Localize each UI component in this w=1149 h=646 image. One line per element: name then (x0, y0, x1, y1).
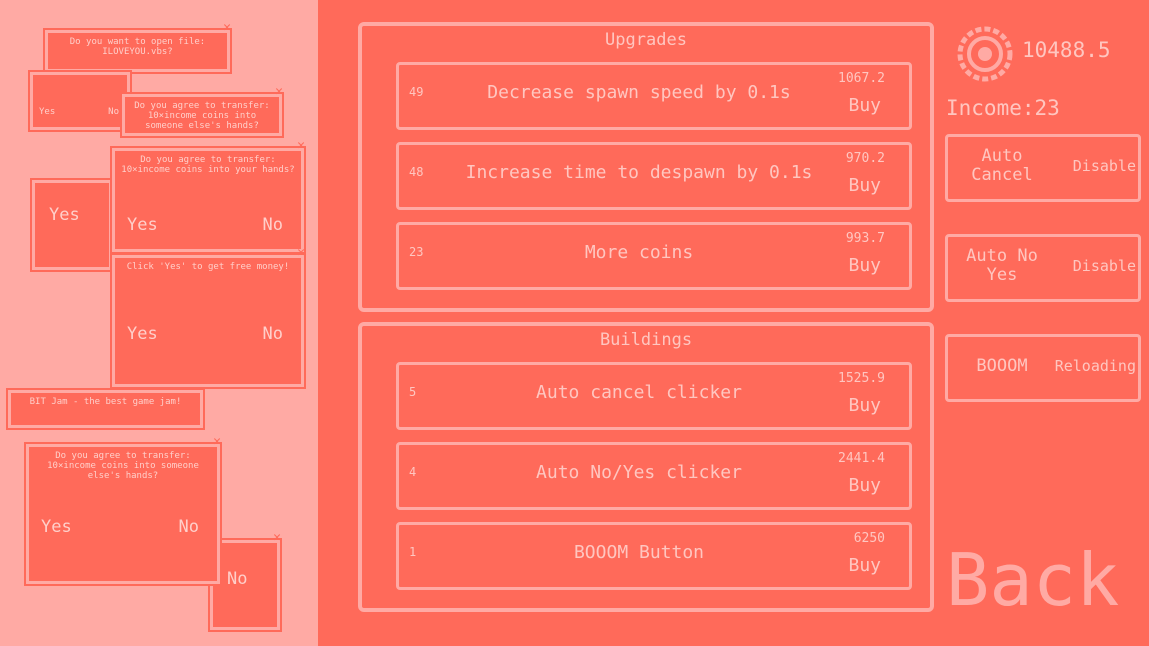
toggle-action[interactable]: Disable (1073, 157, 1136, 175)
buy-button[interactable]: Buy (848, 175, 881, 196)
upgrade-name: Decrease spawn speed by 0.1s (487, 82, 791, 103)
close-icon[interactable]: ✕ (297, 138, 305, 153)
upgrade-count: 23 (409, 245, 424, 259)
popup-window[interactable]: Do you agree to transfer: 10×income coin… (110, 138, 306, 254)
upgrade-row[interactable]: 49 Decrease spawn speed by 0.1s 1067.2 B… (396, 62, 912, 130)
back-button[interactable]: Back (946, 540, 1119, 620)
buy-button[interactable]: Buy (848, 555, 881, 576)
upgrade-row[interactable]: 48 Increase time to despawn by 0.1s 970.… (396, 142, 912, 210)
toggle-label: Auto Cancel (971, 146, 1033, 185)
building-name: BOOOM Button (573, 542, 705, 563)
upgrade-name: More coins (584, 242, 694, 263)
popup-message: Do you want to open file: ILOVEYOU.vbs? (69, 37, 206, 57)
toggle-action[interactable]: Disable (1073, 257, 1136, 275)
building-row[interactable]: 1 BOOOM Button 6250 Buy (396, 522, 912, 590)
popup-window[interactable]: Do you agree to transfer: 10×income coin… (120, 84, 284, 138)
booom-button[interactable]: BOOOM Reloading (945, 334, 1141, 402)
coin-balance: 10488.5 (1022, 38, 1111, 62)
building-count: 1 (409, 545, 417, 559)
yes-button[interactable]: Yes (127, 215, 158, 235)
popup-window[interactable]: Do you agree to transfer: 10×income coin… (24, 434, 222, 586)
close-icon[interactable]: ✕ (297, 245, 305, 260)
no-button[interactable]: No (108, 107, 119, 117)
building-name: Auto No/Yes clicker (536, 462, 742, 483)
buy-button[interactable]: Buy (848, 395, 881, 416)
popup-message: Do you agree to transfer: 10×income coin… (121, 155, 295, 175)
popup-area: Do you want to open file: ILOVEYOU.vbs? … (0, 0, 318, 646)
upgrade-count: 49 (409, 85, 424, 99)
no-button[interactable]: No (263, 215, 283, 235)
building-row[interactable]: 5 Auto cancel clicker 1525.9 Buy (396, 362, 912, 430)
building-price: 6250 (853, 531, 885, 546)
popup-window[interactable]: No ✕ (208, 530, 282, 632)
coin-icon (955, 26, 1015, 82)
upgrades-panel: Upgrades 49 Decrease spawn speed by 0.1s… (358, 22, 934, 312)
buildings-title: Buildings (599, 330, 693, 350)
no-button[interactable]: No (227, 569, 247, 589)
toggle-label: Auto No Yes (966, 246, 1038, 285)
upgrades-title: Upgrades (605, 30, 687, 50)
building-name: Auto cancel clicker (536, 382, 742, 403)
yes-button[interactable]: Yes (39, 107, 55, 117)
auto-cancel-toggle[interactable]: Auto Cancel Disable (945, 134, 1141, 202)
no-button[interactable]: No (263, 324, 283, 344)
close-icon[interactable]: ✕ (275, 84, 283, 99)
popup-window[interactable]: BIT Jam - the best game jam! (6, 388, 205, 430)
close-icon[interactable]: ✕ (273, 530, 281, 545)
toggle-label: BOOOM (976, 356, 1028, 376)
popup-window[interactable]: Do you want to open file: ILOVEYOU.vbs? … (43, 20, 232, 74)
toggle-status: Reloading (1054, 357, 1136, 375)
buildings-panel: Buildings 5 Auto cancel clicker 1525.9 B… (358, 322, 934, 612)
popup-message: Click 'Yes' to get free money! (126, 262, 290, 272)
popup-message: BIT Jam - the best game jam! (29, 397, 182, 407)
upgrade-price: 970.2 (845, 151, 885, 166)
popup-window[interactable]: Yes No (28, 70, 132, 132)
buy-button[interactable]: Buy (848, 255, 881, 276)
auto-no-yes-toggle[interactable]: Auto No Yes Disable (945, 234, 1141, 302)
building-price: 2441.4 (838, 451, 885, 466)
building-count: 5 (409, 385, 417, 399)
building-count: 4 (409, 465, 417, 479)
building-row[interactable]: 4 Auto No/Yes clicker 2441.4 Buy (396, 442, 912, 510)
upgrade-row[interactable]: 23 More coins 993.7 Buy (396, 222, 912, 290)
upgrade-price: 993.7 (845, 231, 885, 246)
upgrade-name: Increase time to despawn by 0.1s (465, 162, 813, 183)
no-button[interactable]: No (179, 517, 199, 537)
upgrade-count: 48 (409, 165, 424, 179)
income-label: Income:23 (946, 96, 1060, 120)
close-icon[interactable]: ✕ (223, 20, 231, 35)
buy-button[interactable]: Buy (848, 95, 881, 116)
popup-window[interactable]: Click 'Yes' to get free money! Yes No ✕ (110, 245, 306, 389)
buy-button[interactable]: Buy (848, 475, 881, 496)
popup-window[interactable]: Yes (30, 178, 114, 272)
close-icon[interactable]: ✕ (213, 434, 221, 449)
building-price: 1525.9 (838, 371, 885, 386)
upgrade-price: 1067.2 (838, 71, 885, 86)
yes-button[interactable]: Yes (127, 324, 158, 344)
yes-button[interactable]: Yes (49, 205, 80, 225)
popup-message: Do you agree to transfer: 10×income coin… (134, 101, 270, 131)
yes-button[interactable]: Yes (41, 517, 72, 537)
popup-message: Do you agree to transfer: 10×income coin… (47, 451, 199, 481)
